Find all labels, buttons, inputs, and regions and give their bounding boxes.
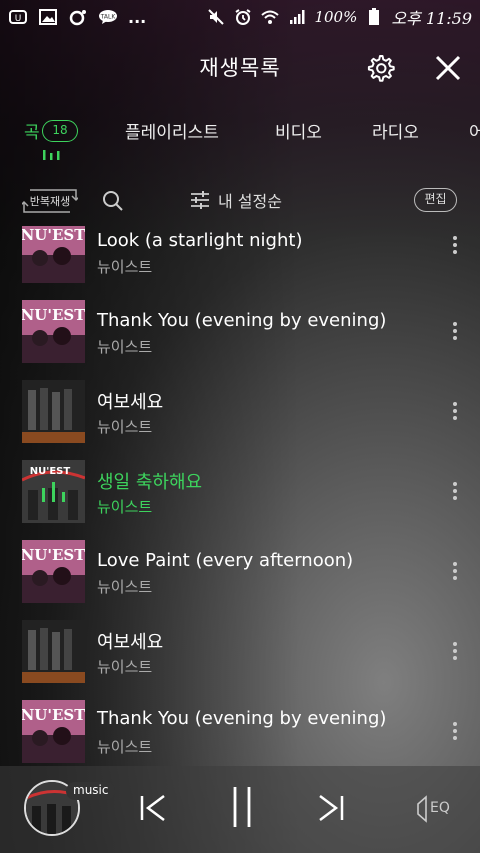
list-controls: 반복재생 내 설정순 편집 [0, 182, 480, 218]
song-artist: 뉴이스트 [97, 738, 153, 756]
more-options-icon[interactable] [449, 640, 461, 664]
sort-label: 내 설정순 [218, 192, 282, 211]
svg-text:NU'EST: NU'EST [22, 226, 85, 244]
song-list: NU'EST Look (a starlight night) 뉴이스트 NU'… [0, 226, 480, 766]
song-title: 여보세요 [97, 632, 164, 653]
search-icon [103, 191, 123, 211]
album-art [22, 380, 85, 443]
sort-button[interactable]: 내 설정순 [190, 188, 282, 212]
song-artist: 뉴이스트 [97, 498, 153, 516]
close-icon [435, 55, 461, 81]
more-options-icon[interactable] [449, 480, 461, 504]
list-item[interactable]: NU'EST Thank You (evening by evening) 뉴이… [0, 698, 480, 766]
gallery-icon [38, 8, 58, 26]
svg-text:NU'EST: NU'EST [30, 466, 71, 477]
search-button[interactable] [102, 190, 124, 212]
gear-icon [367, 55, 395, 82]
song-artist: 뉴이스트 [97, 418, 153, 436]
repeat-button[interactable]: 반복재생 [22, 186, 78, 216]
album-art: NU'EST [22, 460, 85, 523]
battery-icon [364, 8, 384, 26]
music-tag: music [66, 782, 116, 800]
song-artist: 뉴이스트 [97, 658, 153, 676]
more-options-icon[interactable] [449, 720, 461, 744]
list-item[interactable]: NU'EST Love Paint (every afternoon) 뉴이스트 [0, 538, 480, 618]
next-button[interactable] [312, 788, 348, 828]
tab-more[interactable]: 어 [469, 118, 480, 143]
battery-percent: 100% [314, 8, 358, 26]
playing-indicator-icon [43, 150, 60, 160]
eq-label: EQ [430, 800, 450, 816]
mini-player: music EQ [0, 766, 480, 853]
more-options-icon[interactable] [449, 320, 461, 344]
tab-playlists[interactable]: 플레이리스트 [125, 118, 219, 143]
song-artist: 뉴이스트 [97, 258, 153, 276]
list-item[interactable]: NU'EST Thank You (evening by evening) 뉴이… [0, 298, 480, 378]
svg-text:U: U [15, 14, 22, 24]
previous-icon [140, 795, 165, 821]
tab-radio[interactable]: 라디오 [372, 118, 419, 143]
previous-button[interactable] [136, 788, 172, 828]
song-title: 여보세요 [97, 392, 164, 413]
mute-icon [206, 8, 226, 26]
settings-button[interactable] [364, 52, 396, 84]
song-title: 생일 축하해요 [97, 472, 203, 493]
album-art: NU'EST [22, 300, 85, 363]
song-count-badge: 18 [42, 120, 78, 142]
phone-app-icon: U [8, 8, 28, 26]
svg-text:TALK: TALK [100, 14, 117, 21]
song-artist: 뉴이스트 [97, 578, 153, 596]
list-item[interactable]: 여보세요 뉴이스트 [0, 618, 480, 698]
more-options-icon[interactable] [449, 560, 461, 584]
close-button[interactable] [432, 52, 464, 84]
header: 재생목록 [0, 40, 480, 94]
talk-icon: TALK [98, 8, 118, 26]
svg-text:NU'EST: NU'EST [22, 706, 85, 724]
status-bar: U TALK ... 100% 오후 11:59 [0, 0, 480, 34]
pause-icon [233, 787, 251, 827]
signal-icon [287, 8, 307, 26]
song-title: Thank You (evening by evening) [97, 310, 387, 331]
more-options-icon[interactable] [449, 234, 461, 258]
next-icon [319, 795, 344, 821]
song-title: Look (a starlight night) [97, 230, 303, 251]
more-notifications: ... [128, 7, 147, 27]
song-title: Love Paint (every afternoon) [97, 550, 354, 571]
wifi-icon [260, 8, 280, 26]
list-item-playing[interactable]: NU'EST 생일 축하해요 뉴이스트 [0, 458, 480, 538]
sliders-icon [191, 191, 209, 209]
list-item[interactable]: 여보세요 뉴이스트 [0, 378, 480, 458]
svg-text:NU'EST: NU'EST [22, 306, 85, 324]
song-artist: 뉴이스트 [97, 338, 153, 356]
album-art [22, 620, 85, 683]
song-title: Thank You (evening by evening) [97, 708, 387, 729]
album-art: NU'EST [22, 226, 85, 283]
eq-button[interactable]: EQ [416, 794, 456, 824]
alarm-icon [233, 8, 253, 26]
album-art: NU'EST [22, 540, 85, 603]
edit-button[interactable]: 편집 [414, 188, 457, 212]
tab-songs[interactable]: 곡 [24, 118, 40, 143]
list-item[interactable]: NU'EST Look (a starlight night) 뉴이스트 [0, 226, 480, 298]
music-app-icon [68, 8, 88, 26]
more-options-icon[interactable] [449, 400, 461, 424]
pause-button[interactable] [224, 784, 260, 830]
clock: 오후 11:59 [391, 9, 472, 28]
svg-text:NU'EST: NU'EST [22, 546, 85, 564]
page-title: 재생목록 [199, 56, 281, 80]
album-art: NU'EST [22, 700, 85, 763]
tab-video[interactable]: 비디오 [275, 118, 322, 143]
repeat-label: 반복재생 [29, 195, 71, 208]
